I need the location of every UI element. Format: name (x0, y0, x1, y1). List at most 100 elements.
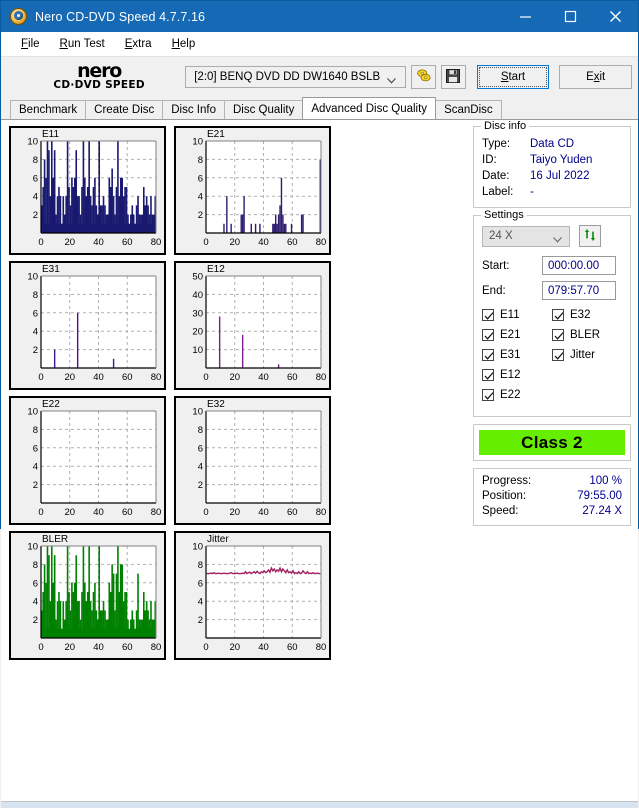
menu-item-help[interactable]: Help (162, 36, 206, 52)
svg-text:2: 2 (33, 210, 38, 221)
checkbox-e31-label: E31 (500, 349, 521, 361)
measurement-checkbox-list: E11 E32 E21 BLER E31 Jitter E12 E22 (482, 306, 622, 409)
svg-text:30: 30 (192, 308, 203, 319)
svg-text:80: 80 (316, 372, 327, 383)
svg-text:40: 40 (258, 507, 269, 518)
svg-text:6: 6 (33, 308, 38, 319)
svg-text:20: 20 (229, 507, 240, 518)
svg-text:2: 2 (198, 210, 203, 221)
start-position-input[interactable]: 000:00.00 (542, 256, 616, 275)
menu-item-file[interactable]: File (11, 36, 50, 52)
tab-benchmark[interactable]: Benchmark (10, 100, 87, 119)
quality-class-group: Class 2 (473, 424, 631, 461)
disc-info-row-date: Date: 16 Jul 2022 (482, 168, 622, 184)
svg-text:80: 80 (151, 237, 162, 248)
checkbox-e12[interactable]: E12 (482, 369, 552, 381)
tab-advanced-disc-quality-label: Advanced Disc Quality (311, 102, 428, 115)
refresh-button[interactable] (579, 225, 601, 247)
menu-item-help-label: elp (179, 38, 196, 50)
svg-text:0: 0 (38, 372, 43, 383)
minimize-button[interactable] (503, 1, 548, 32)
chevron-down-icon (387, 75, 397, 87)
end-position-input[interactable]: 079:57.70 (542, 281, 616, 300)
svg-text:40: 40 (93, 642, 104, 653)
svg-text:60: 60 (287, 642, 298, 653)
chart-e22[interactable]: 2 4 6 8 10 0 20 40 60 80 E22 (9, 396, 166, 525)
checkbox-e11[interactable]: E11 (482, 309, 552, 321)
chart-bler[interactable]: 2 4 6 8 10 0 20 40 60 80 BLER (9, 531, 166, 660)
sidebar: Disc info Type: Data CD ID: Taiyo Yuden … (471, 120, 638, 801)
checkbox-e21[interactable]: E21 (482, 329, 552, 341)
svg-text:60: 60 (122, 237, 133, 248)
speed-select[interactable]: 24 X (482, 225, 570, 247)
checkmark-icon (482, 389, 494, 401)
checkbox-slot-empty-1 (552, 369, 622, 381)
svg-text:20: 20 (64, 642, 75, 653)
svg-text:10: 10 (27, 272, 38, 283)
chart-jitter[interactable]: 2 4 6 8 10 0 20 40 60 80 Jitter (174, 531, 331, 660)
disc-info-group: Disc info Type: Data CD ID: Taiyo Yuden … (473, 120, 631, 208)
menu-item-run-test[interactable]: Run Test (50, 36, 115, 52)
checkbox-jitter[interactable]: Jitter (552, 349, 622, 361)
svg-text:20: 20 (64, 507, 75, 518)
svg-text:2: 2 (198, 615, 203, 626)
chart-e21[interactable]: 2 4 6 8 10 0 20 40 60 80 E21 (174, 126, 331, 255)
svg-text:8: 8 (33, 425, 38, 436)
tab-scandisc[interactable]: ScanDisc (435, 100, 502, 119)
tab-disc-info[interactable]: Disc Info (162, 100, 225, 119)
svg-text:80: 80 (151, 507, 162, 518)
tab-advanced-disc-quality[interactable]: Advanced Disc Quality (302, 97, 437, 119)
checkbox-e22-label: E22 (500, 389, 521, 401)
tab-panel-advanced-disc-quality: 2 4 6 8 10 0 20 40 60 80 E11 2 4 6 8 10 0 20 40 60 80 E21 24… (1, 119, 638, 801)
tab-disc-quality-label: Disc Quality (233, 104, 295, 116)
exit-button[interactable]: Exit (559, 65, 632, 89)
drive-select[interactable]: [2:0] BENQ DVD DD DW1640 BSLB (185, 66, 407, 88)
close-button[interactable] (593, 1, 638, 32)
svg-text:0: 0 (203, 642, 208, 653)
status-bar (1, 801, 638, 808)
svg-text:6: 6 (198, 443, 203, 454)
menu-item-extra[interactable]: Extra (115, 36, 162, 52)
disc-info-row-label: Label: - (482, 184, 622, 200)
checkbox-e32[interactable]: E32 (552, 309, 622, 321)
nero-logo: nero CD·DVD SPEED (19, 60, 179, 92)
svg-text:80: 80 (316, 237, 327, 248)
svg-text:6: 6 (33, 578, 38, 589)
svg-text:40: 40 (258, 642, 269, 653)
svg-text:6: 6 (33, 173, 38, 184)
checkbox-e31[interactable]: E31 (482, 349, 552, 361)
chart-grid-empty-slot (9, 666, 166, 795)
svg-text:4: 4 (33, 192, 38, 203)
tab-disc-quality[interactable]: Disc Quality (224, 100, 304, 119)
svg-text:20: 20 (64, 372, 75, 383)
eject-disc-button[interactable] (411, 65, 436, 89)
chart-e11[interactable]: 2 4 6 8 10 0 20 40 60 80 E11 (9, 126, 166, 255)
maximize-button[interactable] (548, 1, 593, 32)
svg-text:60: 60 (287, 507, 298, 518)
status-row-position: Position: 79:55.00 (482, 489, 622, 504)
checkbox-slot-empty-2 (552, 389, 622, 401)
start-button-label: Start (500, 71, 526, 83)
svg-text:6: 6 (198, 173, 203, 184)
save-results-button[interactable] (441, 65, 466, 89)
start-position-label: Start: (482, 259, 510, 272)
checkbox-bler[interactable]: BLER (552, 329, 622, 341)
chart-e11-title: E11 (42, 129, 60, 140)
checkbox-e22[interactable]: E22 (482, 389, 552, 401)
tab-create-disc[interactable]: Create Disc (85, 100, 164, 119)
svg-text:40: 40 (192, 290, 203, 301)
svg-text:40: 40 (93, 372, 104, 383)
chart-e12[interactable]: 10 20 30 40 50 0 20 40 60 80 E12 (174, 261, 331, 390)
tab-scandisc-label: ScanDisc (444, 104, 493, 116)
status-value-progress: 100 % (589, 475, 622, 487)
disc-info-key-type: Type: (482, 138, 511, 150)
svg-text:20: 20 (229, 372, 240, 383)
disc-info-value-date: 16 Jul 2022 (530, 170, 590, 182)
logo-wordmark: nero (77, 60, 122, 82)
chart-e32[interactable]: 2 4 6 8 10 0 20 40 60 80 E32 (174, 396, 331, 525)
start-button[interactable]: Start (476, 65, 550, 89)
svg-text:60: 60 (287, 237, 298, 248)
svg-text:4: 4 (33, 597, 38, 608)
svg-text:2: 2 (33, 345, 38, 356)
chart-e31[interactable]: 2 4 6 8 10 0 20 40 60 80 E31 (9, 261, 166, 390)
